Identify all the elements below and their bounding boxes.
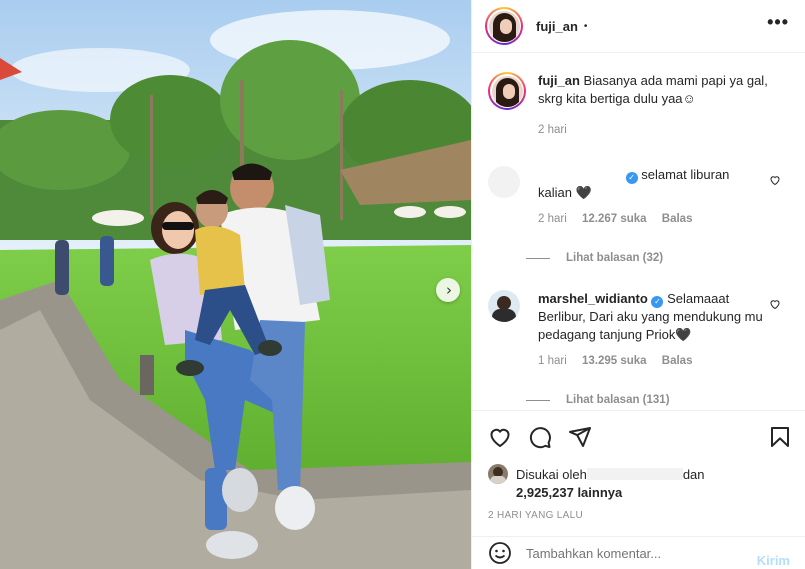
liked-by-prefix: Disukai oleh bbox=[516, 466, 587, 482]
view-replies-button[interactable]: Lihat balasan (32) bbox=[526, 252, 663, 264]
commenter-username[interactable]: marshel_widianto bbox=[538, 291, 648, 306]
more-options-icon[interactable]: ••• bbox=[767, 12, 789, 33]
caption-text: fuji_an Biasanya ada mami papi ya gal, s… bbox=[538, 73, 768, 106]
reply-button[interactable]: Balas bbox=[662, 213, 693, 225]
comment-likes[interactable]: 12.267 suka bbox=[582, 213, 647, 225]
smiley-icon[interactable] bbox=[488, 541, 512, 565]
post-photo[interactable]: › bbox=[0, 0, 471, 569]
author-avatar[interactable] bbox=[485, 7, 523, 45]
comment-time: 2 hari bbox=[538, 213, 567, 225]
next-photo-button[interactable]: › bbox=[436, 278, 460, 302]
photo-scene bbox=[0, 0, 471, 569]
comment-bubble-icon[interactable] bbox=[528, 425, 552, 449]
liked-by-suffix: dan bbox=[682, 466, 705, 482]
commenter-avatar[interactable] bbox=[488, 290, 520, 322]
author-username[interactable]: fuji_an bbox=[536, 19, 578, 34]
caption-time: 2 hari bbox=[538, 124, 567, 136]
comments-list[interactable]: fuji_an Biasanya ada mami papi ya gal, s… bbox=[472, 54, 805, 409]
post-dialog: › fuji_an • ••• fuji_an Biasanya ada mam… bbox=[0, 0, 805, 569]
like-comment-heart-icon[interactable] bbox=[769, 298, 781, 310]
comment-time: 1 hari bbox=[538, 355, 567, 367]
verified-badge-icon: ✓ bbox=[651, 296, 664, 308]
separator-dot: • bbox=[583, 20, 588, 32]
action-bar bbox=[472, 410, 805, 460]
likes-summary: Disukai oleh dan 2,925,237 lainnya bbox=[488, 464, 793, 500]
commenter-avatar[interactable] bbox=[488, 166, 520, 198]
likes-count[interactable]: 2,925,237 lainnya bbox=[516, 485, 793, 500]
caption-avatar[interactable] bbox=[488, 72, 526, 110]
comment-text: ✓ selamat liburan kalian 🖤 bbox=[538, 167, 730, 200]
post-date: 2 HARI YANG LALU bbox=[488, 510, 584, 521]
view-replies-button[interactable]: Lihat balasan (131) bbox=[526, 394, 670, 406]
post-comment-button[interactable]: Kirim bbox=[757, 553, 790, 568]
liker-avatar[interactable] bbox=[488, 464, 508, 484]
like-heart-icon[interactable] bbox=[488, 425, 512, 449]
caption-username[interactable]: fuji_an bbox=[538, 73, 580, 88]
chevron-right-icon: › bbox=[446, 280, 452, 299]
verified-badge-icon: ✓ bbox=[625, 172, 638, 184]
comment-likes[interactable]: 13.295 suka bbox=[582, 355, 647, 367]
like-comment-heart-icon[interactable] bbox=[769, 174, 781, 186]
add-comment-bar: Kirim bbox=[472, 536, 805, 569]
comment-input[interactable] bbox=[526, 545, 726, 561]
comment-text: marshel_widianto ✓ Selamaaat Berlibur, D… bbox=[538, 291, 763, 342]
save-bookmark-icon[interactable] bbox=[768, 425, 792, 449]
comment-item: ✓ selamat liburan kalian 🖤 2 hari 12.267… bbox=[488, 166, 793, 225]
post-header: fuji_an • ••• bbox=[472, 0, 805, 53]
comment-item: marshel_widianto ✓ Selamaaat Berlibur, D… bbox=[488, 290, 793, 367]
post-side-panel: fuji_an • ••• fuji_an Biasanya ada mami … bbox=[471, 0, 805, 569]
liked-by-username-blurred[interactable] bbox=[586, 468, 683, 480]
caption: fuji_an Biasanya ada mami papi ya gal, s… bbox=[488, 72, 793, 136]
reply-button[interactable]: Balas bbox=[662, 355, 693, 367]
share-send-icon[interactable] bbox=[568, 425, 592, 449]
